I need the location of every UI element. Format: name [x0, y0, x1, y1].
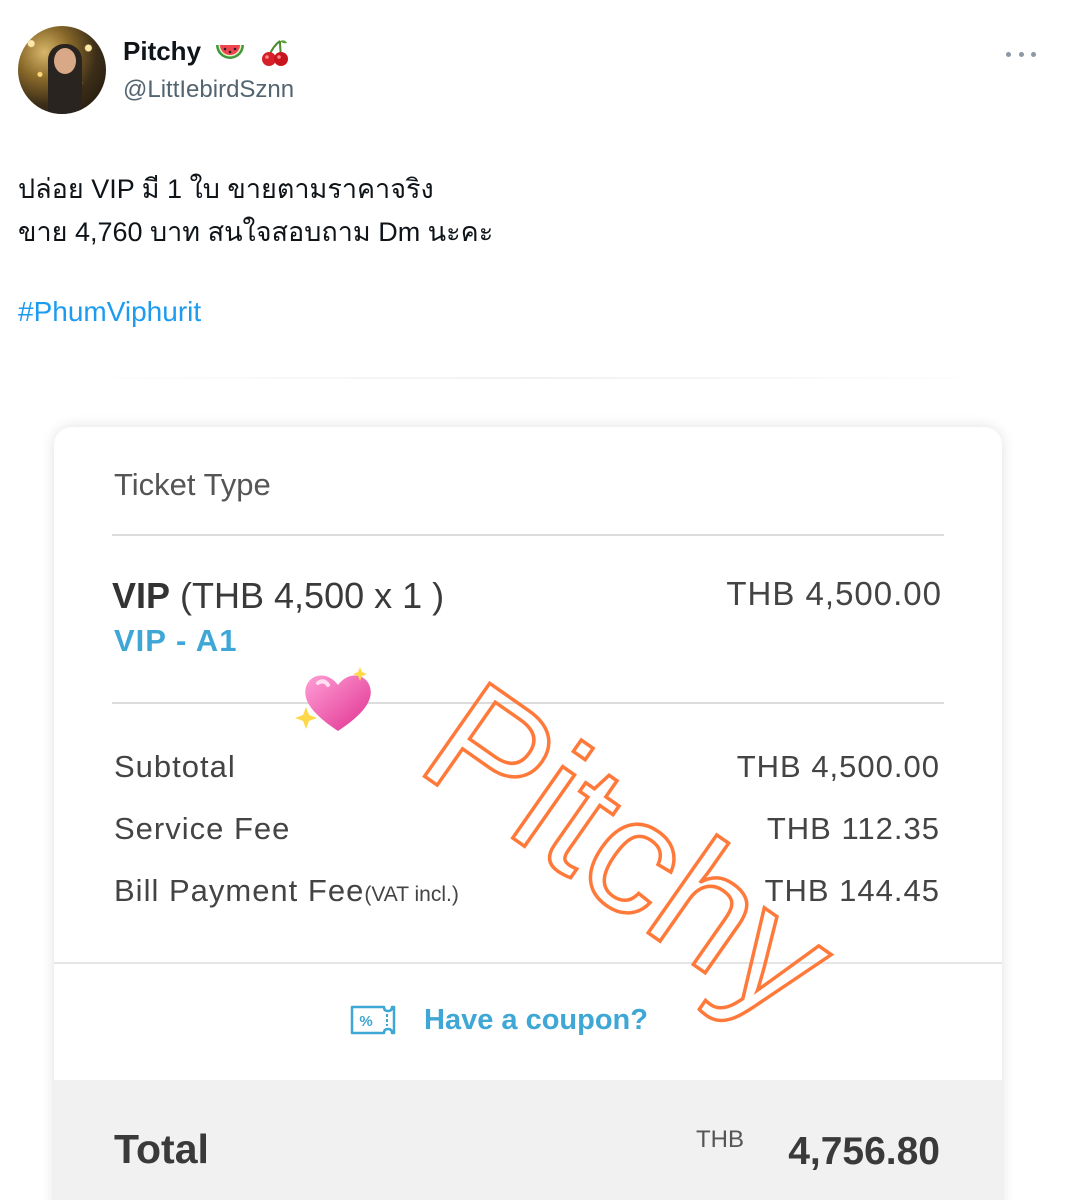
coupon-link-text[interactable]: Have a coupon? [424, 1004, 648, 1037]
service-fee-value: THB 112.35 [766, 811, 940, 846]
tweet-text-line-1: ปล่อย VIP มี 1 ใบ ขายตามราคาจริง [18, 174, 434, 204]
tweet-media-image[interactable]: Ticket Type VIP (THB 4,500 x 1 ) THB 4,5… [0, 377, 1073, 1200]
bill-payment-fee-text: Bill Payment Fee [114, 873, 365, 908]
tweet-text: ปล่อย VIP มี 1 ใบ ขายตามราคาจริง ขาย 4,7… [18, 168, 1048, 254]
watermark-text: Pitchy [393, 651, 867, 1055]
ticket-type-heading: Ticket Type [114, 467, 271, 502]
divider [112, 702, 944, 704]
total-currency: THB [696, 1126, 744, 1153]
ticket-item-amount: THB 4,500.00 [726, 575, 942, 612]
ticket-item-detail: (THB 4,500 x 1 ) [180, 575, 445, 616]
hashtag-link[interactable]: #PhumViphurit [18, 296, 201, 328]
watermelon-icon [216, 45, 245, 60]
display-name-row[interactable]: Pitchy [123, 36, 290, 68]
ticket-summary-card: Ticket Type VIP (THB 4,500 x 1 ) THB 4,5… [54, 427, 1002, 1200]
media-divider [60, 377, 1010, 379]
bill-payment-fee-label: Bill Payment Fee(VAT incl.) [114, 873, 459, 909]
display-name[interactable]: Pitchy [123, 36, 201, 66]
coupon-button[interactable]: % Have a coupon? [350, 997, 648, 1043]
total-bar: Total THB 4,756.80 [54, 1080, 1002, 1200]
avatar[interactable] [18, 26, 106, 114]
svg-text:%: % [359, 1013, 372, 1030]
service-fee-label: Service Fee [114, 811, 291, 846]
bill-payment-fee-value: THB 144.45 [764, 873, 940, 908]
subtotal-value: THB 4,500.00 [736, 749, 940, 784]
more-dots-icon[interactable] [1006, 44, 1036, 64]
username[interactable]: @LittIebirdSznn [123, 76, 294, 104]
divider [112, 534, 944, 536]
seat-label: VIP - A1 [114, 623, 238, 658]
coupon-divider [54, 962, 1002, 964]
tweet-header: Pitchy @LittIebirdSznn [18, 26, 1058, 116]
subtotal-label: Subtotal [114, 749, 236, 784]
total-label: Total [114, 1126, 209, 1172]
ticket-item-line: VIP (THB 4,500 x 1 ) [112, 575, 444, 617]
sparkling-heart-icon [295, 667, 371, 731]
vat-note: (VAT incl.) [364, 883, 459, 906]
total-value: 4,756.80 [788, 1130, 940, 1173]
cherries-icon [261, 40, 288, 67]
coupon-ticket-icon: % [350, 1005, 396, 1035]
ticket-item-name: VIP [112, 575, 171, 616]
tweet-text-line-2: ขาย 4,760 บาท สนใจสอบถาม Dm นะคะ [18, 217, 494, 247]
